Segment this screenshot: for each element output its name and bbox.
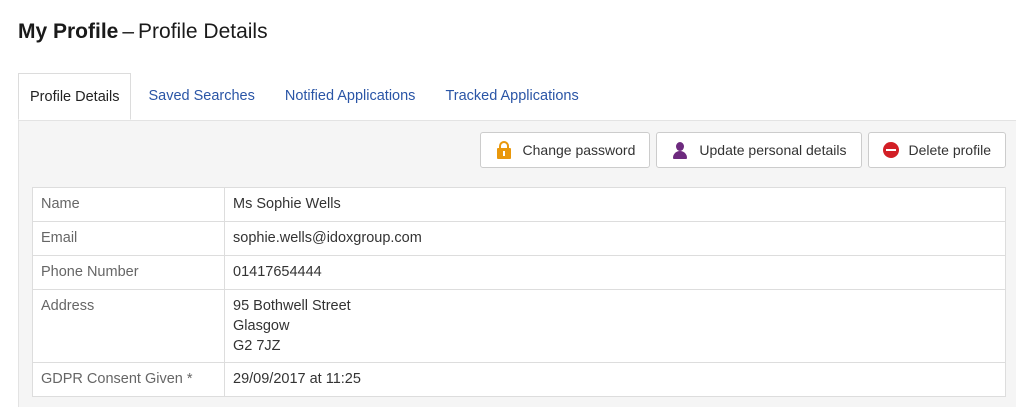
profile-tabs: Profile Details Saved Searches Notified … — [18, 73, 594, 121]
address-label: Address — [32, 289, 225, 363]
table-row: Name Ms Sophie Wells — [32, 187, 1006, 222]
minus-circle-icon — [882, 142, 899, 158]
delete-profile-button[interactable]: Delete profile — [867, 132, 1006, 168]
phone-value: 01417654444 — [224, 255, 1006, 290]
email-value: sophie.wells@idoxgroup.com — [224, 221, 1006, 256]
update-personal-details-label: Update personal details — [699, 142, 847, 158]
page-title: My Profile – Profile Details — [18, 20, 268, 44]
phone-label: Phone Number — [32, 255, 225, 290]
gdpr-consent-value: 29/09/2017 at 11:25 — [224, 362, 1006, 397]
name-value: Ms Sophie Wells — [224, 187, 1006, 222]
email-label: Email — [32, 221, 225, 256]
page-title-separator: – — [122, 20, 135, 43]
lock-icon — [495, 141, 513, 159]
tab-saved-searches[interactable]: Saved Searches — [133, 73, 269, 120]
tab-notified-applications[interactable]: Notified Applications — [270, 73, 431, 120]
change-password-label: Change password — [522, 142, 636, 158]
profile-details-table: Name Ms Sophie Wells Email sophie.wells@… — [32, 187, 1006, 397]
tab-tracked-applications[interactable]: Tracked Applications — [430, 73, 593, 120]
page-title-sub: Profile Details — [138, 20, 268, 43]
profile-actions-toolbar: Change password Update personal details … — [479, 132, 1006, 168]
table-row: GDPR Consent Given * 29/09/2017 at 11:25 — [32, 362, 1006, 397]
gdpr-consent-label: GDPR Consent Given * — [32, 362, 225, 397]
address-line-1: 95 Bothwell Street — [233, 298, 351, 314]
address-line-2: Glasgow — [233, 318, 290, 334]
page-title-main: My Profile — [18, 20, 119, 43]
delete-profile-label: Delete profile — [908, 142, 992, 158]
change-password-button[interactable]: Change password — [479, 132, 651, 168]
address-value: 95 Bothwell Street Glasgow G2 7JZ — [224, 289, 1006, 363]
update-personal-details-button[interactable]: Update personal details — [656, 132, 862, 168]
tab-profile-details[interactable]: Profile Details — [18, 73, 132, 120]
user-icon — [671, 141, 689, 159]
table-row: Phone Number 01417654444 — [32, 255, 1006, 290]
name-label: Name — [32, 187, 225, 222]
table-row: Address 95 Bothwell Street Glasgow G2 7J… — [32, 289, 1006, 363]
address-line-3: G2 7JZ — [233, 338, 281, 354]
table-row: Email sophie.wells@idoxgroup.com — [32, 221, 1006, 256]
